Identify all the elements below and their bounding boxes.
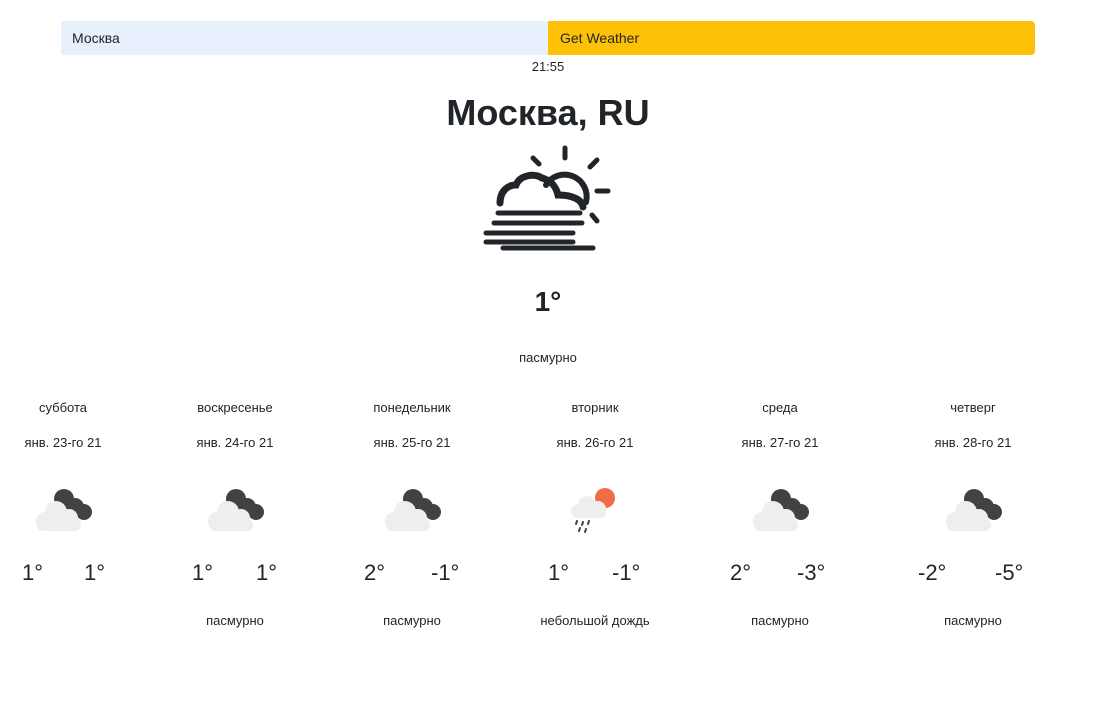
day-date: янв. 24-го 21 [196, 435, 274, 450]
partly-cloudy-day-fog-icon [483, 145, 611, 251]
city-title: Москва, RU [446, 92, 650, 133]
day-description: пасмурно [751, 613, 809, 628]
current-description: пасмурно [519, 350, 577, 365]
get-weather-button[interactable]: Get Weather [548, 21, 1035, 55]
search-bar: Get Weather [61, 21, 1035, 55]
forecast-day: четверг янв. 28-го 21 -2° -5° пасмурно [898, 398, 1048, 638]
cloudy-night-icon [208, 489, 264, 531]
city-search-input[interactable] [61, 21, 548, 55]
day-date: янв. 23-го 21 [24, 435, 102, 450]
day-name: вторник [571, 400, 619, 415]
temp-max: 1° [22, 560, 44, 585]
day-date: янв. 25-го 21 [373, 435, 451, 450]
temp-max: 2° [730, 560, 752, 585]
current-time: 21:55 [531, 59, 565, 74]
day-description: пасмурно [944, 613, 1002, 628]
day-date: янв. 26-го 21 [556, 435, 634, 450]
forecast-day: суббота янв. 23-го 21 1° 1° [0, 398, 138, 638]
temp-max: 1° [548, 560, 570, 585]
current-temperature: 1° [534, 286, 562, 317]
forecast-day: среда янв. 27-го 21 2° -3° пасмурно [705, 398, 855, 638]
day-description: небольшой дождь [540, 613, 650, 628]
forecast-day: вторник янв. 26-го 21 1° -1° небольшой д… [520, 398, 670, 638]
day-name: суббота [38, 400, 88, 415]
day-date: янв. 28-го 21 [934, 435, 1012, 450]
cloudy-night-icon [36, 489, 92, 531]
temp-min: 1° [84, 560, 106, 585]
cloudy-night-icon [946, 489, 1002, 531]
temp-min: 1° [256, 560, 278, 585]
cloudy-night-icon [753, 489, 809, 531]
temp-min: -1° [612, 560, 641, 585]
day-name: понедельник [373, 400, 451, 415]
day-description: пасмурно [206, 613, 264, 628]
temp-max: 1° [192, 560, 214, 585]
temp-min: -3° [797, 560, 826, 585]
cloudy-night-icon [385, 489, 441, 531]
forecast-day: понедельник янв. 25-го 21 2° -1° пасмурн… [337, 398, 487, 638]
temp-min: -1° [431, 560, 460, 585]
forecast-day: воскресенье янв. 24-го 21 1° 1° пасмурно [160, 398, 310, 638]
day-description: пасмурно [383, 613, 441, 628]
day-date: янв. 27-го 21 [741, 435, 819, 450]
temp-max: 2° [364, 560, 386, 585]
day-name: четверг [950, 400, 996, 415]
temp-min: -5° [995, 560, 1024, 585]
rain-sun-icon [571, 488, 615, 533]
day-name: воскресенье [197, 400, 273, 415]
temp-max: -2° [918, 560, 947, 585]
day-name: среда [762, 400, 798, 415]
